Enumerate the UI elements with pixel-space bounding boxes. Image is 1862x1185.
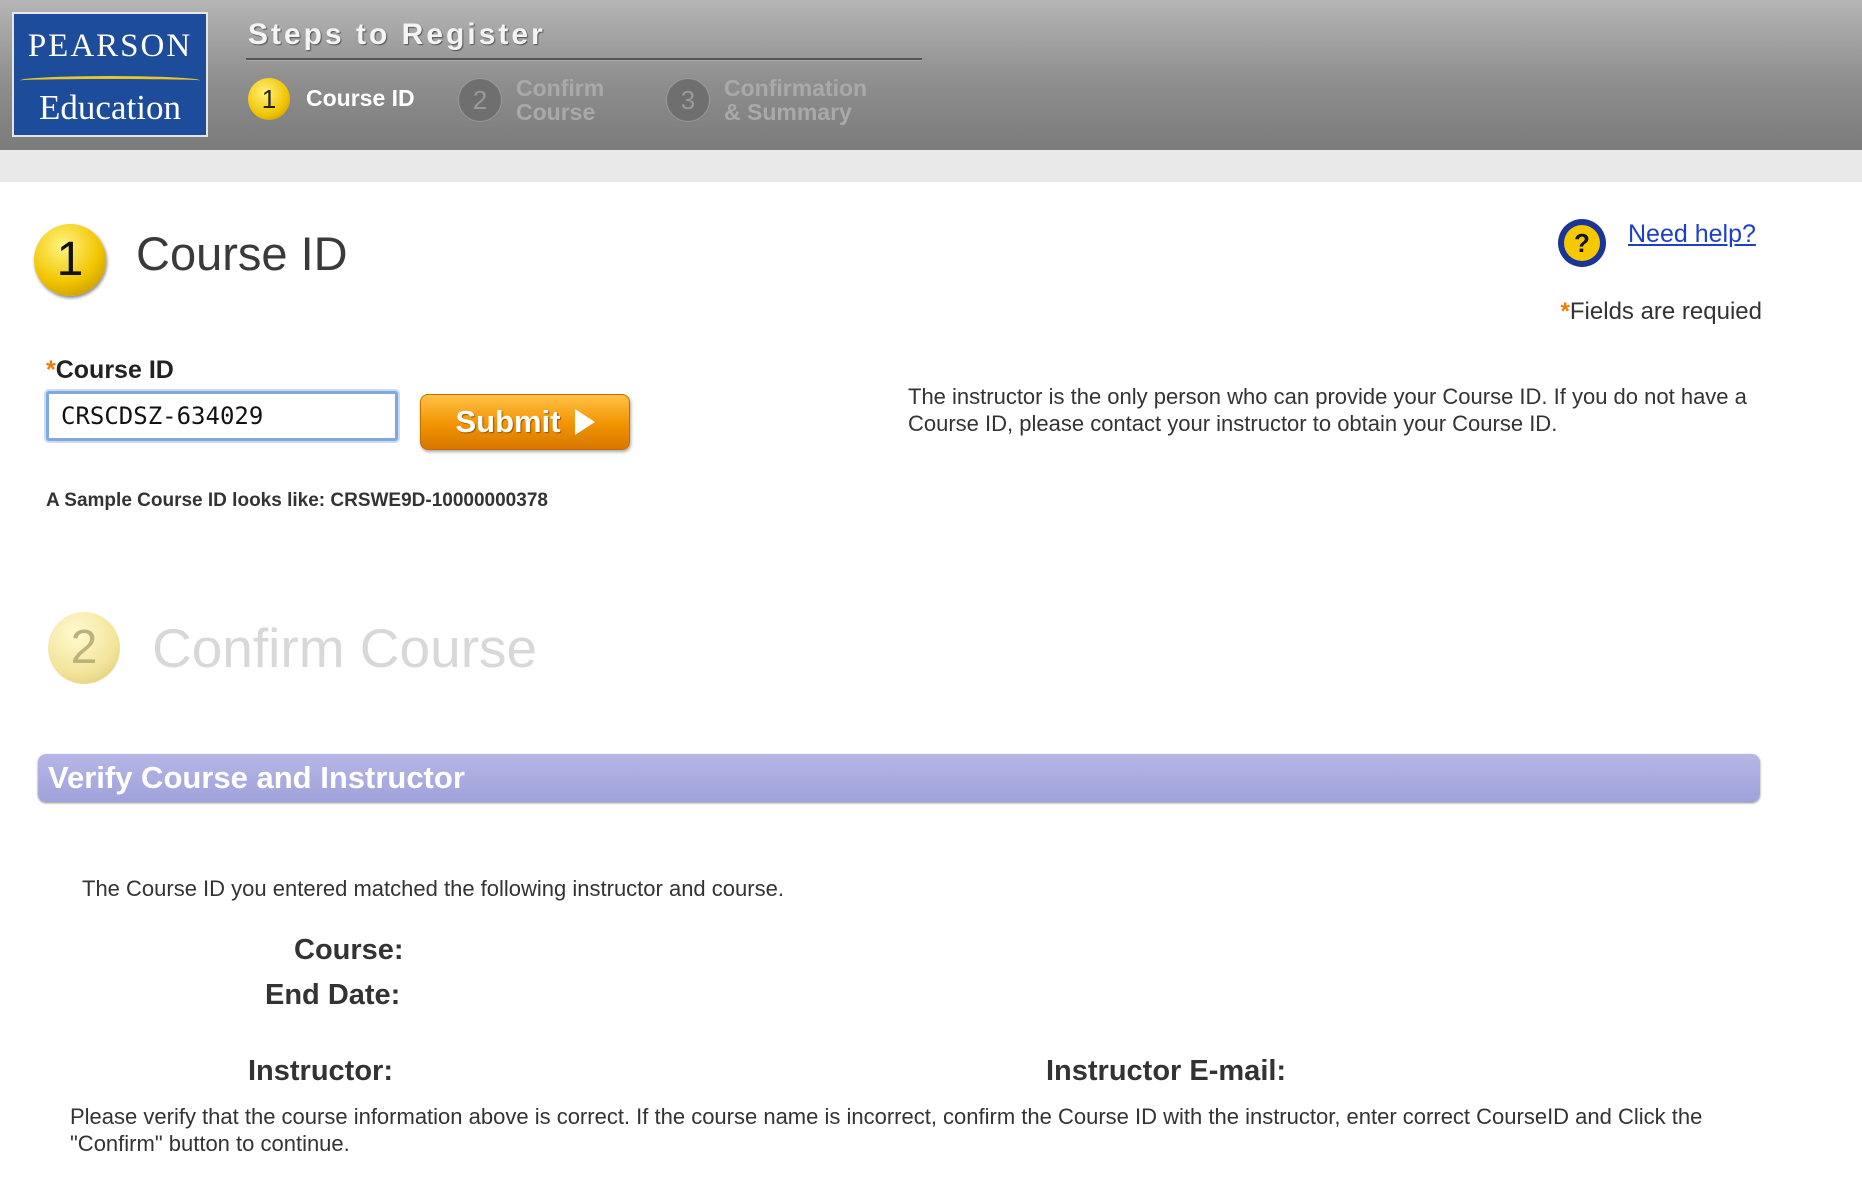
section-2-title: Confirm Course bbox=[152, 617, 538, 679]
step-2-confirm-course: 2 Confirm Course bbox=[458, 76, 648, 126]
need-help-link[interactable]: Need help? bbox=[1628, 220, 1756, 249]
submit-button-label: Submit bbox=[455, 404, 561, 439]
section-1-number-badge: 1 bbox=[34, 224, 106, 296]
section-2-number-badge: 2 bbox=[48, 612, 120, 684]
logo-text-education: Education bbox=[39, 88, 181, 127]
course-id-info-text: The instructor is the only person who ca… bbox=[908, 384, 1747, 436]
question-mark-icon: ? bbox=[1564, 225, 1600, 261]
verify-instructions: Please verify that the course informatio… bbox=[70, 1104, 1703, 1156]
steps-title: Steps to Register bbox=[248, 18, 546, 51]
help-icon[interactable]: ? bbox=[1558, 219, 1606, 267]
course-id-label-text: Course ID bbox=[55, 356, 174, 384]
required-fields-note: *Fields are requied bbox=[1561, 298, 1762, 326]
step-2-badge-icon: 2 bbox=[458, 78, 502, 122]
play-triangle-icon bbox=[574, 409, 595, 435]
registration-header: PEARSON Education Steps to Register 1 Co… bbox=[0, 0, 1862, 150]
instructor-email-label: Instructor E-mail: bbox=[1046, 1055, 1287, 1087]
step-1-badge-icon: 1 bbox=[248, 78, 290, 120]
required-star-icon: * bbox=[1560, 298, 1570, 325]
step-3-label: Confirmation & Summary bbox=[724, 76, 867, 124]
step-3-label-line2: & Summary bbox=[724, 99, 852, 125]
header-subbar bbox=[0, 150, 1862, 182]
verify-course-bar-title: Verify Course and Instructor bbox=[48, 760, 465, 795]
submit-button[interactable]: Submit bbox=[420, 394, 630, 450]
step-3-label-line1: Confirmation bbox=[724, 75, 868, 101]
step-1-label: Course ID bbox=[306, 85, 415, 111]
matched-message: The Course ID you entered matched the fo… bbox=[82, 876, 784, 901]
course-id-label: *Course ID bbox=[46, 356, 174, 385]
logo-text-pearson: PEARSON bbox=[27, 28, 193, 64]
steps-divider bbox=[246, 58, 922, 61]
step-3-badge-icon: 3 bbox=[666, 78, 710, 122]
required-fields-text: Fields are requied bbox=[1569, 298, 1762, 325]
verify-course-bar: Verify Course and Instructor bbox=[38, 754, 1760, 802]
sample-course-id-hint: A Sample Course ID looks like: CRSWE9D-1… bbox=[46, 490, 548, 511]
step-2-label: Confirm Course bbox=[516, 76, 604, 124]
step-2-label-line2: Course bbox=[516, 99, 596, 125]
section-1-title: Course ID bbox=[136, 227, 348, 280]
required-star-icon: * bbox=[46, 356, 56, 384]
pearson-logo: PEARSON Education bbox=[12, 12, 208, 137]
step-2-label-line1: Confirm bbox=[516, 75, 605, 101]
course-label: Course: bbox=[294, 934, 404, 966]
end-date-label: End Date: bbox=[265, 979, 401, 1011]
step-1-course-id: 1 Course ID bbox=[248, 76, 438, 126]
instructor-label: Instructor: bbox=[248, 1055, 393, 1087]
course-id-input[interactable] bbox=[46, 391, 398, 441]
step-3-confirmation-summary: 3 Confirmation & Summary bbox=[666, 76, 916, 126]
